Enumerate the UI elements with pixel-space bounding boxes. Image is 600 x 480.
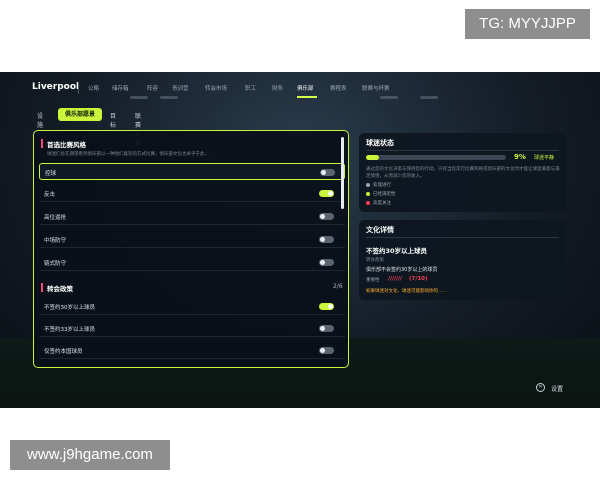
divider bbox=[366, 237, 559, 238]
circle-x-icon: ✕ bbox=[536, 383, 545, 392]
tab-finance[interactable]: 财务 bbox=[272, 84, 283, 92]
importance-label: 重要性 bbox=[366, 278, 380, 283]
toggle-switch[interactable] bbox=[319, 259, 334, 266]
toggle-knob bbox=[320, 260, 325, 265]
setting-row[interactable]: 高位逼抢 bbox=[39, 208, 345, 225]
toggle-switch[interactable] bbox=[319, 347, 334, 354]
culture-warning: 如果球迷对文化、球迷可能影响你的…… bbox=[366, 289, 447, 294]
legend-dot bbox=[366, 201, 370, 205]
toggle-switch[interactable] bbox=[319, 190, 334, 197]
legend-dot bbox=[366, 183, 370, 187]
watermark-bottom: www.j9hgame.com bbox=[10, 440, 170, 470]
setting-row[interactable]: 控球 bbox=[39, 163, 345, 180]
tab-transfer-market[interactable]: 转会市场 bbox=[205, 84, 227, 92]
game-screen: Liverpool 公略 储存箱 阵容 青训营 转会市场 职工 财务 俱乐部 赛… bbox=[0, 72, 600, 408]
section-accent-bar bbox=[41, 139, 43, 148]
importance-meter: /////// bbox=[388, 276, 403, 282]
toggle-switch[interactable] bbox=[319, 213, 334, 220]
setting-row[interactable]: 不签约33岁以上球员 bbox=[39, 320, 345, 337]
setting-label: 反击 bbox=[44, 192, 56, 198]
toggle-knob bbox=[320, 348, 325, 353]
tab-staff[interactable]: 职工 bbox=[245, 84, 256, 92]
nav-divider bbox=[78, 82, 79, 94]
section-title: 首选比赛风格 bbox=[47, 141, 86, 149]
subtab-objectives[interactable]: 目标 bbox=[110, 111, 116, 129]
watermark-top: TG: MYYJJPP bbox=[465, 9, 590, 39]
panel-title: 文化详情 bbox=[366, 226, 394, 234]
toggle-knob bbox=[320, 214, 325, 219]
fan-status-panel: 球迷状态 9% 球迷平静 通过您的文化决策与保持您的行动，只有当您实行比赛风格或… bbox=[359, 133, 566, 212]
fan-progress-bar bbox=[366, 155, 506, 160]
setting-label: 中场防守 bbox=[44, 238, 67, 244]
section-count: 2/6 bbox=[333, 283, 343, 290]
tab-storage[interactable]: 储存箱 bbox=[112, 84, 129, 92]
toggle-knob bbox=[320, 237, 325, 242]
panel-title: 球迷状态 bbox=[366, 139, 394, 147]
scrollbar[interactable] bbox=[341, 137, 344, 209]
setting-row[interactable]: 中场防守 bbox=[39, 231, 345, 248]
toggle-knob bbox=[320, 326, 325, 331]
legend-label: 处理进行 bbox=[373, 183, 391, 188]
toggle-knob bbox=[321, 170, 326, 175]
tab-leagues-cups[interactable]: 联赛与杯赛 bbox=[362, 84, 390, 92]
tab-fixtures[interactable]: 赛程表 bbox=[330, 84, 347, 92]
setting-label: 高位逼抢 bbox=[44, 215, 67, 221]
fan-percentage: 9% bbox=[514, 153, 526, 161]
toggle-switch[interactable] bbox=[319, 325, 334, 332]
tab-overview[interactable]: 公略 bbox=[88, 84, 99, 92]
culture-name: 不签约30岁以上球员 bbox=[366, 247, 428, 255]
fan-progress-fill bbox=[366, 155, 379, 160]
setting-row[interactable]: 不签约30岁以上球员 bbox=[39, 298, 345, 315]
tab-squad[interactable]: 阵容 bbox=[147, 84, 158, 92]
importance-rating: (7/10) bbox=[409, 276, 428, 282]
tab-club[interactable]: 俱乐部 bbox=[297, 84, 314, 92]
setting-row[interactable]: 仅签约本国球员 bbox=[39, 342, 345, 359]
culture-detail-panel: 文化详情 不签约30岁以上球员 转会政策 俱乐部不会签约30岁以上的球员 重要性… bbox=[359, 220, 566, 300]
toggle-switch[interactable] bbox=[319, 236, 334, 243]
club-vision-panel: 首选比赛风格 球迷们总在期望看到俱乐部以一种他们喜欢的方式比赛，俱乐部文化也关乎… bbox=[33, 130, 349, 368]
section-title: 转会政策 bbox=[47, 285, 73, 293]
setting-label: 控球 bbox=[45, 171, 57, 177]
culture-detail: 俱乐部不会签约30岁以上的球员 bbox=[366, 267, 438, 273]
club-name: Liverpool bbox=[32, 82, 80, 92]
fan-status-description: 通过您的文化决策与保持您的行动，只有当您实行比赛风格或俱乐部的文化时才能让球迷满… bbox=[366, 167, 560, 179]
section-accent-bar bbox=[41, 283, 43, 292]
section-description: 球迷们总在期望看到俱乐部以一种他们喜欢的方式比赛，俱乐部文化也关乎于此... bbox=[47, 152, 209, 157]
setting-row[interactable]: 反击 bbox=[39, 185, 345, 202]
toggle-knob bbox=[328, 191, 333, 196]
toggle-switch[interactable] bbox=[319, 303, 334, 310]
setting-label: 不签约33岁以上球员 bbox=[44, 327, 95, 333]
tab-youth[interactable]: 青训营 bbox=[172, 84, 189, 92]
active-tab-indicator bbox=[297, 96, 317, 98]
legend-label: 已经满足性 bbox=[373, 192, 396, 197]
setting-label: 链式防守 bbox=[44, 261, 67, 267]
subtab-facilities[interactable]: 设施 bbox=[37, 111, 43, 129]
divider bbox=[366, 150, 559, 151]
setting-label: 仅签约本国球员 bbox=[44, 349, 83, 355]
legend-label: 高度关注 bbox=[373, 201, 391, 206]
legend-dot bbox=[366, 192, 370, 196]
settings-label: 设置 bbox=[551, 386, 564, 393]
toggle-switch[interactable] bbox=[320, 169, 335, 176]
top-navigation: Liverpool 公略 储存箱 阵容 青训营 转会市场 职工 财务 俱乐部 赛… bbox=[0, 80, 600, 98]
section-header-transfer-policy: 转会政策 2/6 bbox=[41, 282, 346, 294]
subtab-club-vision[interactable]: 俱乐部愿景 bbox=[58, 108, 102, 121]
fan-status-text: 球迷平静 bbox=[534, 155, 555, 161]
setting-label: 不签约30岁以上球员 bbox=[44, 305, 95, 311]
culture-category: 转会政策 bbox=[366, 258, 384, 263]
setting-row[interactable]: 链式防守 bbox=[39, 254, 345, 271]
toggle-knob bbox=[328, 304, 333, 309]
